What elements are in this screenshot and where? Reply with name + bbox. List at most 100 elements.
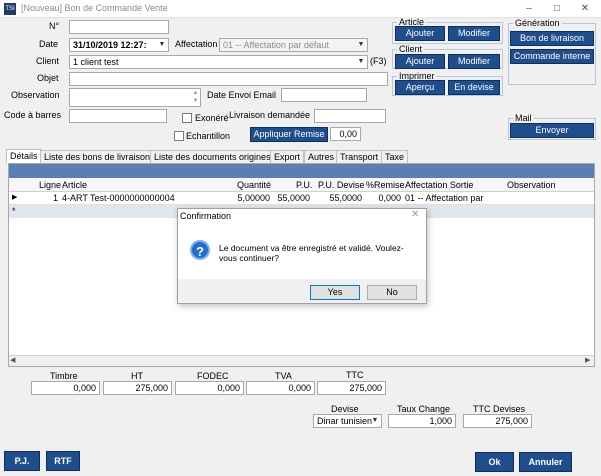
chevron-down-icon[interactable]: ▼ bbox=[356, 40, 366, 50]
cell-quantite[interactable]: 5,00000 bbox=[230, 192, 270, 204]
date-envoi-field[interactable] bbox=[281, 88, 367, 102]
client-label: Client bbox=[36, 56, 60, 66]
client-select[interactable]: 1 client test ▼ bbox=[69, 55, 368, 69]
article-edit-button[interactable]: Modifier bbox=[448, 26, 500, 41]
cell-ligne[interactable]: 1 bbox=[33, 192, 58, 204]
remise-field[interactable]: 0,00 bbox=[330, 127, 361, 141]
grid-group-bar bbox=[9, 164, 594, 178]
app-logo-icon: TSI bbox=[4, 3, 16, 15]
affectation-select[interactable]: 01 -- Affectation par défaut ▼ bbox=[219, 38, 368, 52]
col-ligne[interactable]: Ligne bbox=[39, 179, 61, 191]
devise-label: Devise bbox=[331, 404, 359, 414]
article-add-button[interactable]: Ajouter bbox=[395, 26, 445, 41]
dialog-close-icon[interactable]: ✕ bbox=[411, 209, 419, 220]
echantillon-label: Echantillon bbox=[186, 131, 231, 141]
objet-field[interactable] bbox=[69, 72, 388, 86]
objet-label: Objet bbox=[37, 73, 59, 83]
col-quantite[interactable]: Quantité bbox=[237, 179, 271, 191]
col-article[interactable]: Article bbox=[62, 179, 87, 191]
dialog-message: Le document va être enregistré et validé… bbox=[219, 243, 404, 263]
horizontal-scrollbar[interactable] bbox=[9, 355, 594, 366]
echantillon-checkbox[interactable] bbox=[174, 131, 184, 141]
cancel-button[interactable]: Annuler bbox=[519, 452, 572, 472]
tva-label: TVA bbox=[275, 371, 292, 381]
generation-group-title: Génération bbox=[513, 18, 562, 28]
cell-remise[interactable]: 0,000 bbox=[365, 192, 401, 204]
scroll-right-icon[interactable]: ▶ bbox=[585, 356, 590, 364]
cell-observation[interactable] bbox=[507, 192, 592, 204]
fodec-field[interactable]: 0,000 bbox=[175, 381, 244, 395]
affectation-label: Affectation bbox=[175, 39, 218, 49]
ttc-field[interactable]: 275,000 bbox=[317, 381, 386, 395]
attachments-button[interactable]: P.J. bbox=[4, 451, 40, 471]
scroll-left-icon[interactable]: ◀ bbox=[10, 356, 15, 364]
affectation-value: 01 -- Affectation par défaut bbox=[223, 40, 329, 50]
tab-export[interactable]: Export bbox=[270, 150, 305, 163]
no-field[interactable] bbox=[69, 20, 169, 34]
devise-select[interactable]: Dinar tunisien ▼ bbox=[313, 414, 382, 428]
date-envoi-label: Date Envoi Email bbox=[207, 90, 277, 100]
code-barres-label: Code à barres bbox=[4, 110, 62, 120]
current-row-marker-icon: ▶ bbox=[12, 194, 18, 201]
client-edit-button[interactable]: Modifier bbox=[448, 54, 500, 69]
chevron-down-icon[interactable]: ▼ bbox=[370, 416, 380, 426]
client-add-button[interactable]: Ajouter bbox=[395, 54, 445, 69]
tva-field[interactable]: 0,000 bbox=[246, 381, 315, 395]
ht-field[interactable]: 275,000 bbox=[103, 381, 172, 395]
chevron-down-icon[interactable]: ▼ bbox=[356, 57, 366, 67]
minimize-icon[interactable]: – bbox=[515, 0, 543, 18]
new-row-marker: * bbox=[12, 206, 16, 216]
taux-label: Taux Change bbox=[397, 404, 451, 414]
client-shortcut-hint: (F3) bbox=[370, 56, 387, 66]
ok-button[interactable]: Ok bbox=[475, 452, 514, 472]
exonere-label: Exonéré bbox=[195, 113, 229, 123]
date-field[interactable]: 31/10/2019 12:27: ▼ bbox=[69, 38, 169, 52]
ttc-label: TTC bbox=[346, 370, 364, 380]
currency-print-button[interactable]: En devise bbox=[448, 80, 500, 95]
ttc-devises-field[interactable]: 275,000 bbox=[463, 414, 532, 428]
col-observation[interactable]: Observation bbox=[507, 179, 556, 191]
exonere-checkbox[interactable] bbox=[182, 113, 192, 123]
cell-pu[interactable]: 55,0000 bbox=[272, 192, 310, 204]
devise-value: Dinar tunisien bbox=[317, 416, 373, 426]
rtf-button[interactable]: RTF bbox=[46, 451, 80, 471]
appliquer-remise-button[interactable]: Appliquer Remise bbox=[250, 127, 328, 142]
preview-button[interactable]: Aperçu bbox=[395, 80, 445, 95]
chevron-down-icon[interactable]: ▼ bbox=[157, 40, 167, 50]
scroll-arrows-icon[interactable]: ▲ ▼ bbox=[191, 89, 200, 106]
tab-autres[interactable]: Autres bbox=[304, 150, 339, 163]
taux-field[interactable]: 1,000 bbox=[388, 414, 456, 428]
col-affectation[interactable]: Affectation Sortie bbox=[405, 179, 473, 191]
livraison-field[interactable] bbox=[314, 109, 386, 123]
timbre-field[interactable]: 0,000 bbox=[31, 381, 100, 395]
tab-taxe[interactable]: Taxe bbox=[381, 150, 409, 163]
code-barres-field[interactable] bbox=[69, 109, 167, 123]
col-pu[interactable]: P.U. bbox=[296, 179, 312, 191]
observation-field[interactable] bbox=[69, 88, 201, 107]
delivery-note-button[interactable]: Bon de livraison bbox=[510, 31, 594, 46]
tab-transport[interactable]: Transport bbox=[336, 150, 383, 163]
timbre-label: Timbre bbox=[50, 371, 78, 381]
internal-order-button[interactable]: Commande interne bbox=[510, 49, 594, 64]
send-mail-button[interactable]: Envoyer bbox=[510, 123, 594, 138]
tab-delivery-notes[interactable]: Liste des bons de livraison bbox=[40, 150, 155, 163]
ht-label: HT bbox=[131, 371, 143, 381]
tab-origin-documents[interactable]: Liste des documents origines bbox=[150, 150, 275, 163]
cell-affectation[interactable]: 01 -- Affectation par bbox=[405, 192, 503, 204]
no-button[interactable]: No bbox=[367, 285, 417, 300]
close-icon[interactable]: ✕ bbox=[571, 0, 599, 18]
window-title: [Nouveau] Bon de Commande Vente bbox=[21, 3, 168, 13]
tab-details[interactable]: Détails bbox=[6, 149, 42, 163]
col-pu-devise[interactable]: P.U. Devise bbox=[318, 179, 364, 191]
mail-group-title: Mail bbox=[513, 113, 534, 123]
date-value: 31/10/2019 12:27: bbox=[73, 40, 147, 50]
cell-article[interactable]: 4-ART Test-0000000000004 bbox=[62, 192, 232, 204]
ttc-devises-label: TTC Devises bbox=[473, 404, 526, 414]
col-remise[interactable]: %Remise bbox=[366, 179, 405, 191]
maximize-icon[interactable]: □ bbox=[543, 0, 571, 18]
observation-label: Observation bbox=[11, 90, 60, 100]
yes-button[interactable]: Yes bbox=[310, 285, 360, 300]
client-value: 1 client test bbox=[73, 57, 119, 67]
question-icon: ? bbox=[190, 240, 210, 260]
cell-pu-devise[interactable]: 55,0000 bbox=[322, 192, 362, 204]
